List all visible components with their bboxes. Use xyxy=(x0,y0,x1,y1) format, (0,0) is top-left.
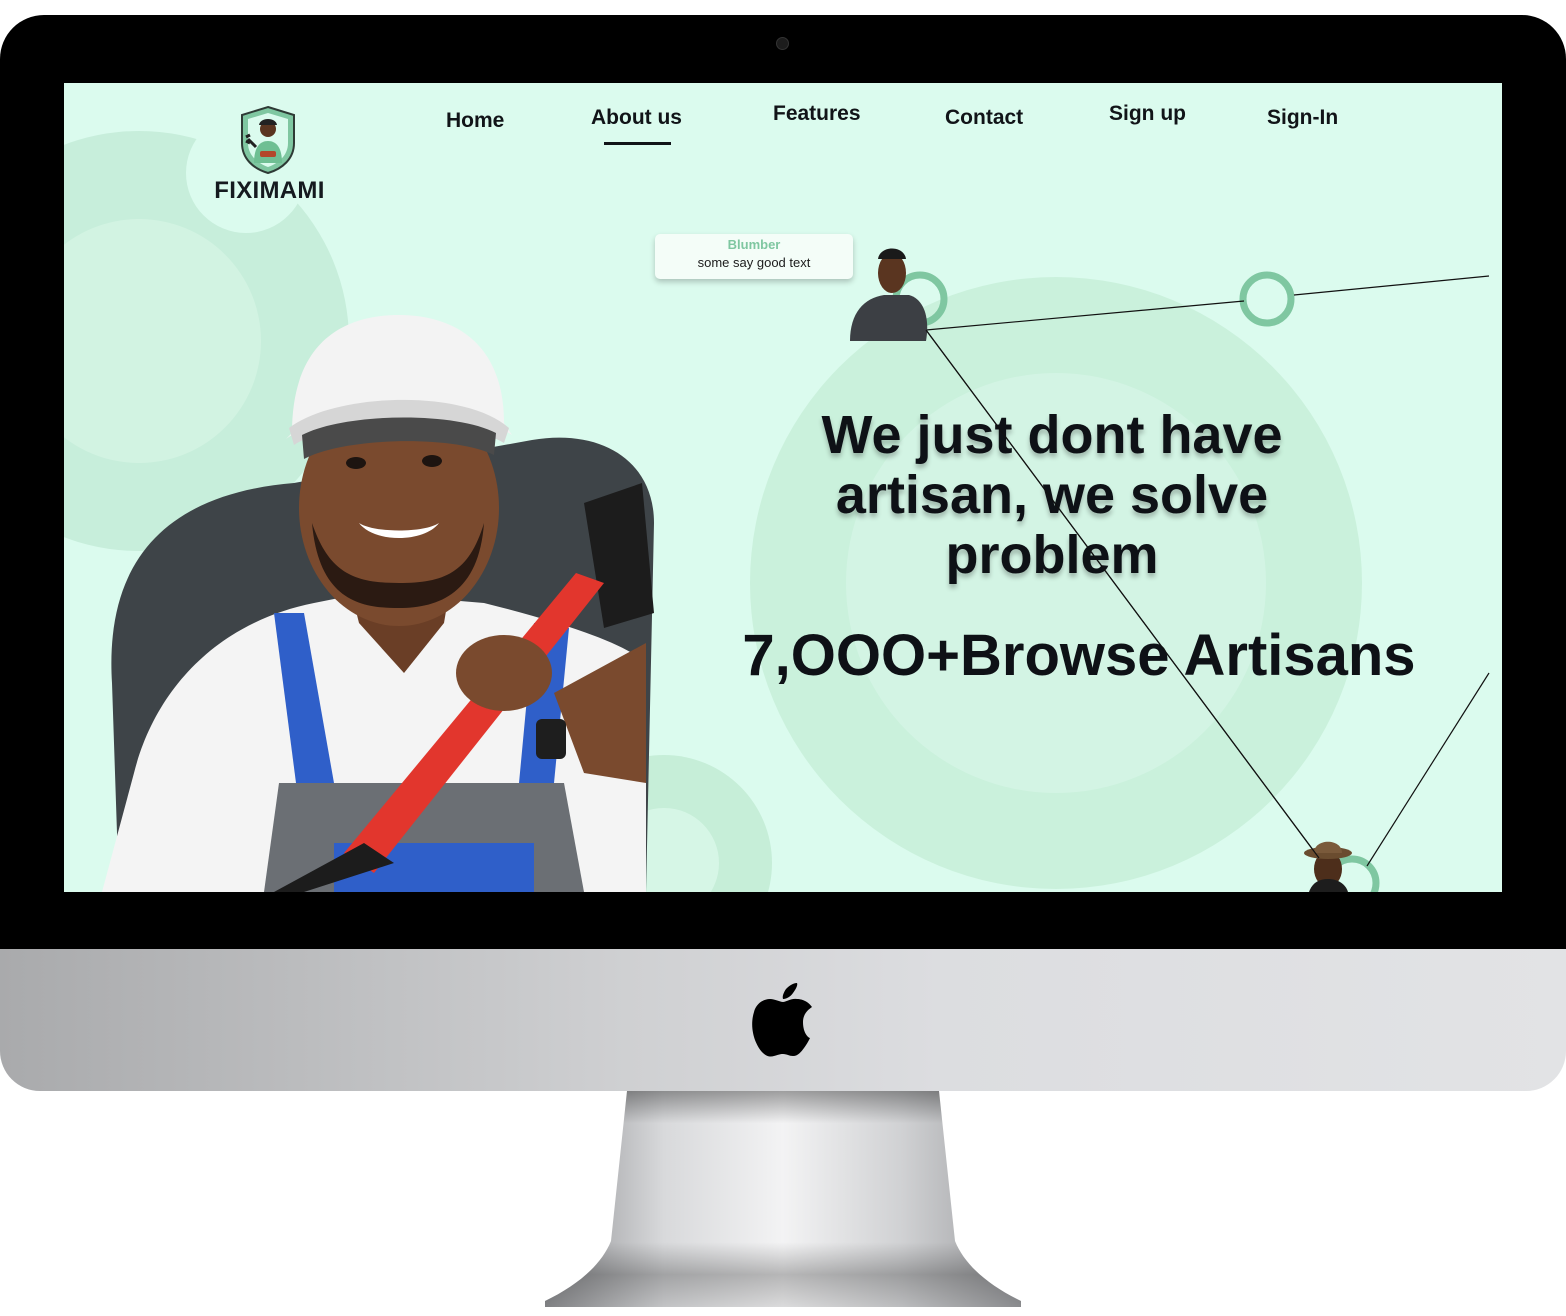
artisan-count-stat: 7,OOO+Browse Artisans xyxy=(742,623,1416,688)
website-screen: FIXIMAMI Home About us Features Contact … xyxy=(64,83,1502,892)
nav-about-us[interactable]: About us xyxy=(591,106,682,130)
nav-contact[interactable]: Contact xyxy=(945,106,1023,130)
artisan-shield-icon xyxy=(241,105,295,175)
imac-mockup: FIXIMAMI Home About us Features Contact … xyxy=(0,0,1566,1316)
brand-logo[interactable]: FIXIMAMI xyxy=(202,105,337,205)
testimonial-name: Blumber xyxy=(727,237,781,252)
monitor-stand xyxy=(545,1091,1021,1307)
active-nav-indicator xyxy=(604,142,671,145)
testimonial-text: some say good text xyxy=(697,255,811,270)
testimonial-card: Blumber some say good text xyxy=(655,234,853,279)
nav-sign-up[interactable]: Sign up xyxy=(1109,102,1186,126)
avatar[interactable] xyxy=(850,248,928,342)
webcam xyxy=(776,37,789,50)
nav-features[interactable]: Features xyxy=(773,102,861,126)
hero-headline: We just dont have artisan, we solve prob… xyxy=(821,405,1283,585)
nav-home[interactable]: Home xyxy=(446,109,504,133)
apple-logo xyxy=(752,983,812,1057)
avatar[interactable] xyxy=(1304,841,1352,892)
nav-sign-in[interactable]: Sign-In xyxy=(1267,106,1338,130)
brand-name: FIXIMAMI xyxy=(214,177,325,204)
